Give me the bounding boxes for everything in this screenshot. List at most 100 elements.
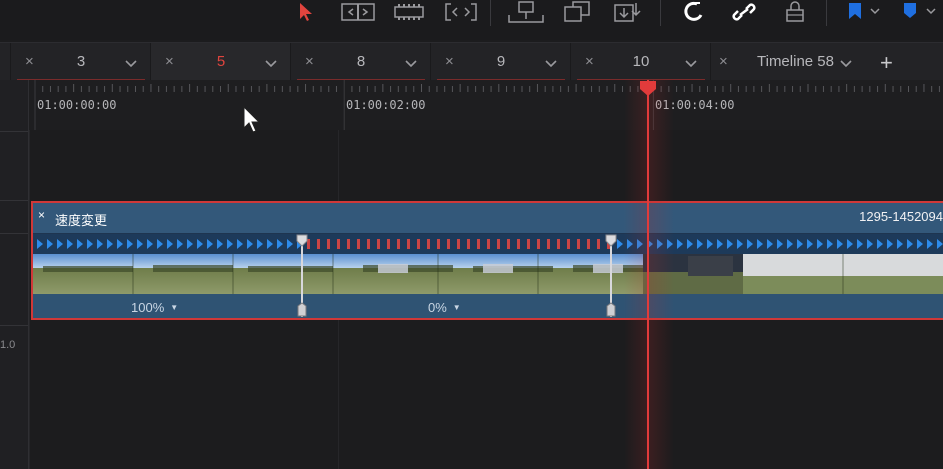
video-clip[interactable]: × 速度変更 1295-1452094 100% ▼ 0% ▼ — [31, 201, 943, 320]
freeze-frame-marker — [367, 239, 370, 249]
add-timeline-tab-button[interactable]: + — [880, 50, 893, 76]
speed-arrow — [757, 239, 763, 249]
marker-icon[interactable] — [898, 0, 943, 24]
speed-point-handle-top[interactable] — [295, 234, 309, 253]
chevron-down-icon[interactable] — [405, 55, 417, 73]
freeze-frame-marker — [507, 239, 510, 249]
flag-icon[interactable] — [844, 0, 884, 24]
speed-arrow — [267, 239, 273, 249]
thumbnail-strip — [33, 254, 943, 294]
speed-percent-row: 100% ▼ 0% ▼ — [33, 294, 943, 318]
freeze-frame-marker — [447, 239, 450, 249]
track-header-gutter — [0, 80, 29, 469]
chevron-down-icon[interactable] — [125, 55, 137, 73]
speed-arrow — [57, 239, 63, 249]
chevron-down-icon[interactable] — [265, 55, 277, 73]
playhead-glow — [624, 80, 674, 469]
grid-line — [29, 130, 30, 469]
speed-arrow — [827, 239, 833, 249]
gutter-divider — [0, 200, 28, 201]
clip-thumbnails — [33, 254, 943, 294]
speed-arrow — [277, 239, 283, 249]
speed-segment-label[interactable]: 0% ▼ — [428, 300, 461, 315]
speed-point-handle-bottom[interactable] — [296, 302, 308, 323]
timeline-tab-9[interactable]: × 9 — [430, 43, 571, 81]
freeze-frame-marker — [477, 239, 480, 249]
speed-point-handle-bottom[interactable] — [605, 302, 617, 323]
chevron-down-icon[interactable] — [840, 55, 852, 73]
speed-arrow — [157, 239, 163, 249]
speed-arrow — [187, 239, 193, 249]
speed-arrow — [727, 239, 733, 249]
speed-value: 0% — [428, 300, 447, 315]
speed-arrow — [887, 239, 893, 249]
freeze-frame-marker — [457, 239, 460, 249]
speed-arrow — [207, 239, 213, 249]
freeze-frame-marker — [377, 239, 380, 249]
speed-arrow — [67, 239, 73, 249]
freeze-frame-marker — [567, 239, 570, 249]
speed-direction-arrows — [37, 239, 943, 249]
speed-arrow — [137, 239, 143, 249]
freeze-frame-marker — [357, 239, 360, 249]
speed-arrow — [217, 239, 223, 249]
speed-arrow — [907, 239, 913, 249]
freeze-frame-marker — [597, 239, 600, 249]
overwrite-clip-icon[interactable] — [560, 0, 592, 24]
playhead-line[interactable] — [647, 80, 649, 469]
timecode-label: 01:00:00:00 — [37, 98, 117, 112]
insert-clip-icon[interactable] — [506, 0, 546, 24]
timeline-tab-timeline-58[interactable]: × Timeline 58 — [710, 43, 866, 81]
freeze-frame-marker — [517, 239, 520, 249]
selection-arrow-icon[interactable] — [296, 0, 316, 24]
caret-down-icon[interactable]: ▼ — [170, 303, 178, 312]
position-lock-icon[interactable] — [782, 0, 808, 24]
speed-point-handle-top[interactable] — [604, 234, 618, 253]
linked-selection-icon[interactable] — [730, 0, 758, 24]
speed-arrow — [877, 239, 883, 249]
replace-clip-icon[interactable] — [608, 0, 648, 24]
speed-arrow — [37, 239, 43, 249]
blade-edit-icon[interactable] — [444, 0, 478, 24]
speed-arrow — [737, 239, 743, 249]
dynamic-trim-icon[interactable] — [393, 0, 425, 24]
speed-arrow — [837, 239, 843, 249]
timeline-tab-8[interactable]: × 8 — [290, 43, 431, 81]
speed-arrow — [717, 239, 723, 249]
timeline-tab-bar: × 3 × 5 × 8 × 9 × 10 × Timeline 58 — [0, 42, 943, 81]
freeze-frame-marker — [527, 239, 530, 249]
freeze-frame-marker — [407, 239, 410, 249]
freeze-frame-marker — [497, 239, 500, 249]
trim-edit-icon[interactable] — [340, 0, 376, 24]
chevron-down-icon[interactable] — [545, 55, 557, 73]
snapping-magnet-icon[interactable] — [681, 0, 707, 24]
speed-ramp-track[interactable] — [33, 234, 943, 254]
speed-arrow — [897, 239, 903, 249]
speed-arrow — [227, 239, 233, 249]
speed-arrow — [177, 239, 183, 249]
speed-arrow — [807, 239, 813, 249]
speed-arrow — [797, 239, 803, 249]
speed-arrow — [677, 239, 683, 249]
timeline-tab-5[interactable]: × 5 — [150, 43, 291, 81]
speed-arrow — [47, 239, 53, 249]
playhead-handle[interactable] — [639, 81, 657, 102]
speed-arrow — [927, 239, 933, 249]
freeze-frame-marker — [537, 239, 540, 249]
speed-arrow — [867, 239, 873, 249]
caret-down-icon[interactable]: ▼ — [453, 303, 461, 312]
speed-arrow — [77, 239, 83, 249]
chevron-down-icon[interactable] — [685, 55, 697, 73]
timecode-ruler[interactable]: 01:00:00:00 01:00:02:00 01:00:04:00 — [29, 80, 943, 130]
speed-segment-label[interactable]: 100% ▼ — [131, 300, 178, 315]
speed-arrow — [197, 239, 203, 249]
timeline-tab-10[interactable]: × 10 — [570, 43, 711, 81]
timeline-tab-3[interactable]: × 3 — [10, 43, 151, 81]
speed-arrow — [787, 239, 793, 249]
clip-close-icon[interactable]: × — [38, 208, 45, 222]
freeze-frame-marker — [347, 239, 350, 249]
speed-arrow — [107, 239, 113, 249]
speed-arrow — [767, 239, 773, 249]
speed-arrow — [777, 239, 783, 249]
clip-header[interactable]: × 速度変更 1295-1452094 — [33, 203, 943, 234]
